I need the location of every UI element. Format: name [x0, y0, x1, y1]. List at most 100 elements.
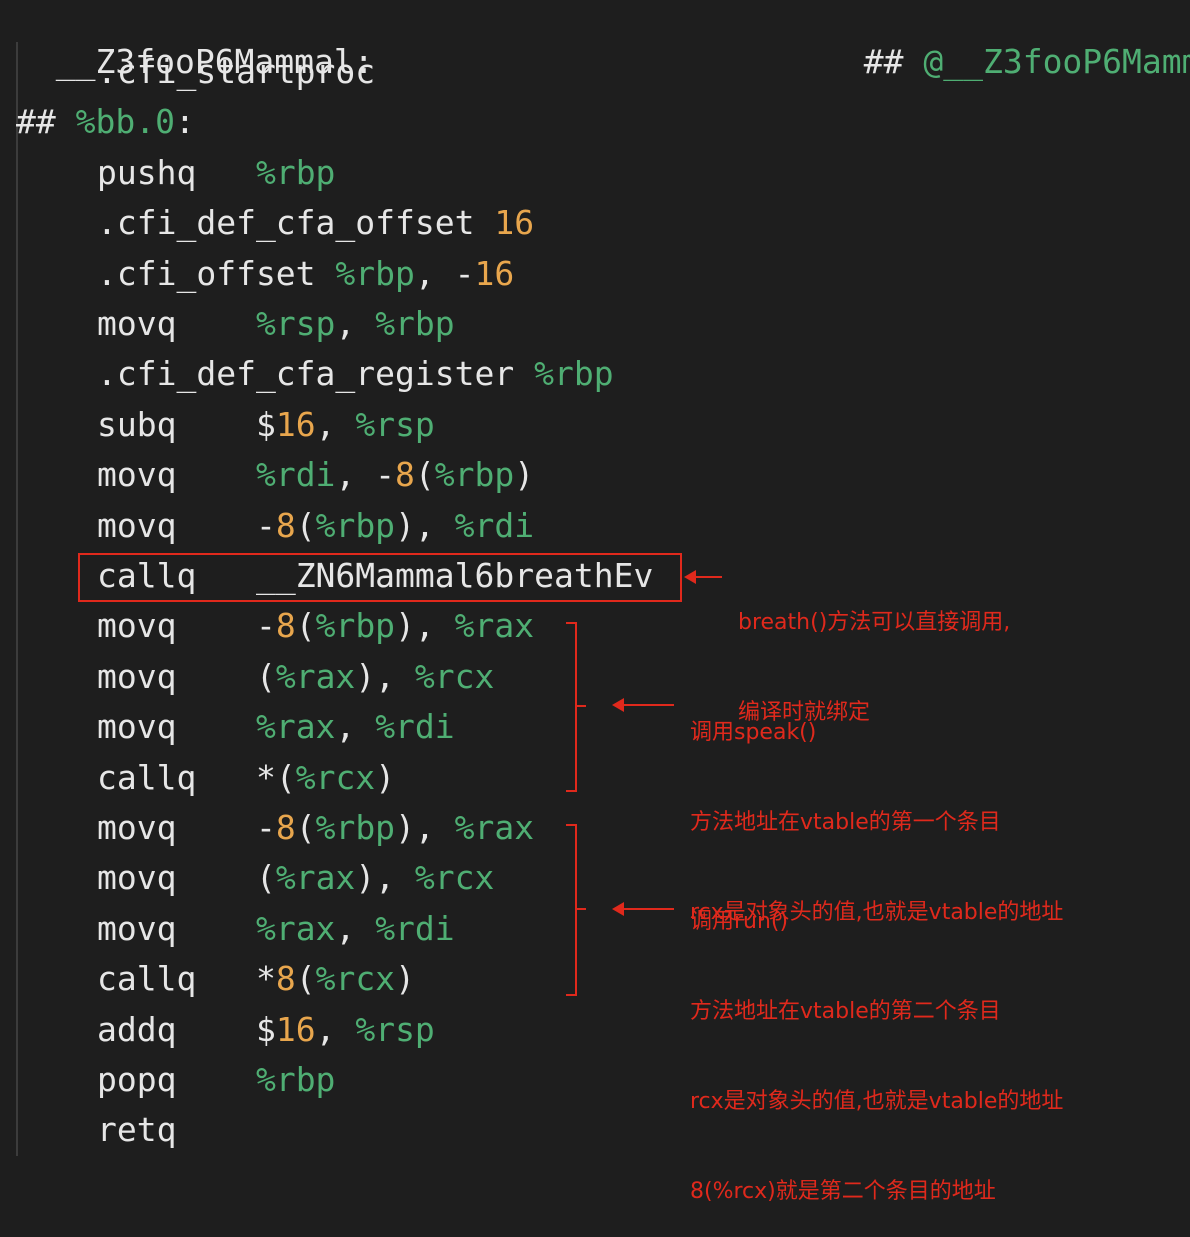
code-token: (	[414, 455, 435, 495]
code-line: callq *8(%rcx)	[97, 959, 415, 999]
code-line: addq $16, %rsp	[97, 1010, 435, 1050]
code-token: ),	[355, 656, 415, 696]
code-token: movq	[97, 455, 256, 495]
code-token: callq	[97, 757, 256, 797]
code-line: movq %rax, %rdi	[97, 909, 455, 949]
code-token: :	[174, 102, 195, 142]
code-token: (	[255, 858, 276, 898]
code-token: %rdi	[255, 455, 336, 495]
run-arrow	[622, 908, 674, 910]
code-line: pushq %rbp	[97, 153, 335, 193]
code-token: , -	[414, 253, 475, 293]
code-token: %rbp	[375, 304, 455, 343]
code-line: movq (%rax), %rcx	[97, 858, 494, 898]
code-token: movq	[97, 908, 256, 948]
code-token: ,	[335, 707, 376, 747]
code-token: movq	[97, 858, 256, 898]
code-token: %rax	[255, 707, 336, 747]
code-token: *	[255, 959, 276, 999]
code-token: (	[295, 808, 316, 847]
code-token: 16	[275, 404, 316, 444]
code-token: %rcx	[414, 858, 495, 898]
code-token: %rsp	[255, 304, 336, 343]
speak-arrow	[622, 704, 674, 706]
breath-call-highlight	[78, 553, 682, 602]
code-line: movq %rsp, %rbp	[97, 304, 455, 344]
code-token: 8	[395, 455, 415, 495]
run-note-line-3: rcx是对象头的值,也就是vtable的地址	[690, 1089, 1064, 1114]
code-token: %rbp	[255, 152, 336, 192]
code-token: ,	[315, 404, 356, 444]
run-note-line-2: 方法地址在vtable的第二个条目	[690, 999, 1001, 1024]
code-token: -	[255, 505, 276, 545]
code-token: %rbp	[315, 808, 396, 847]
code-token: )	[514, 455, 535, 495]
run-bracket-tick	[576, 908, 586, 910]
code-token: , -	[335, 455, 396, 495]
code-token: %rbp	[434, 455, 515, 495]
run-bracket	[566, 824, 577, 996]
code-token: movq	[97, 606, 256, 646]
code-token: ,	[315, 1009, 356, 1049]
code-token: 8	[275, 606, 296, 646]
code-token: *(	[255, 757, 296, 797]
code-token: 8	[275, 505, 296, 545]
code-token: movq	[97, 707, 256, 747]
code-token: .cfi_def_cfa_offset	[97, 203, 495, 243]
code-token: movq	[97, 808, 256, 847]
code-token: movq	[97, 505, 256, 545]
code-token: callq	[97, 959, 256, 999]
code-token: ),	[395, 505, 455, 545]
indent-guide	[16, 42, 18, 1156]
code-token: %rbp	[255, 1060, 336, 1099]
code-token: %rax	[255, 908, 336, 948]
code-line: movq %rax, %rdi	[97, 707, 455, 747]
breath-arrow	[694, 576, 722, 578]
code-token: %rcx	[414, 656, 495, 696]
code-token: 16	[474, 253, 515, 293]
code-token: ),	[355, 858, 415, 898]
code-token: ),	[395, 808, 455, 847]
code-token: %rax	[454, 606, 535, 646]
breath-note-line-1: breath()方法可以直接调用,	[738, 610, 1011, 635]
code-token: %rbp	[335, 253, 415, 293]
code-token: ,	[335, 908, 376, 948]
code-token: movq	[97, 656, 256, 696]
code-line: .cfi_def_cfa_offset 16	[97, 203, 534, 243]
code-token: movq	[97, 304, 256, 343]
speak-note-line-2: 方法地址在vtable的第一个条目	[690, 810, 1001, 835]
code-line: popq %rbp	[97, 1060, 335, 1100]
code-token: ,	[335, 304, 376, 343]
code-token: 8	[275, 959, 296, 999]
code-line: .cfi_def_cfa_register %rbp	[97, 354, 614, 394]
code-token: )	[375, 757, 396, 797]
code-token: (	[295, 606, 316, 646]
run-note-line-4: 8(%rcx)就是第二个条目的地址	[690, 1179, 996, 1204]
code-token: -	[255, 606, 276, 646]
code-token: retq	[97, 1110, 177, 1150]
code-token: %rsp	[355, 404, 435, 444]
code-token: 8	[275, 808, 296, 847]
code-token: -	[255, 808, 276, 847]
code-line: callq *(%rcx)	[97, 758, 395, 798]
code-token: ##	[16, 102, 76, 142]
code-token: .cfi_def_cfa_register	[97, 354, 535, 394]
code-line: .cfi_offset %rbp, -16	[97, 254, 514, 294]
run-note-line-1: 调用run()	[690, 909, 789, 934]
code-line: movq -8(%rbp), %rax	[97, 606, 534, 646]
code-token: %rcx	[295, 757, 376, 797]
code-token: subq	[97, 404, 256, 444]
speak-bracket	[566, 622, 577, 792]
code-line: retq	[97, 1110, 176, 1150]
code-line: movq -8(%rbp), %rax	[97, 808, 534, 848]
code-token: addq	[97, 1009, 256, 1049]
code-token: .cfi_startproc	[97, 52, 376, 91]
comment-symbol: @__Z3fooP6Mammal	[923, 42, 1190, 81]
run-note: 调用run() 方法地址在vtable的第二个条目 rcx是对象头的值,也就是v…	[690, 847, 1063, 1237]
code-token: %rbp	[315, 505, 396, 545]
code-line: movq (%rax), %rcx	[97, 657, 494, 697]
code-line: .cfi_startproc	[97, 52, 375, 92]
code-token: )	[395, 959, 415, 999]
speak-note-line-1: 调用speak()	[690, 720, 817, 745]
code-line: subq $16, %rsp	[97, 405, 435, 445]
